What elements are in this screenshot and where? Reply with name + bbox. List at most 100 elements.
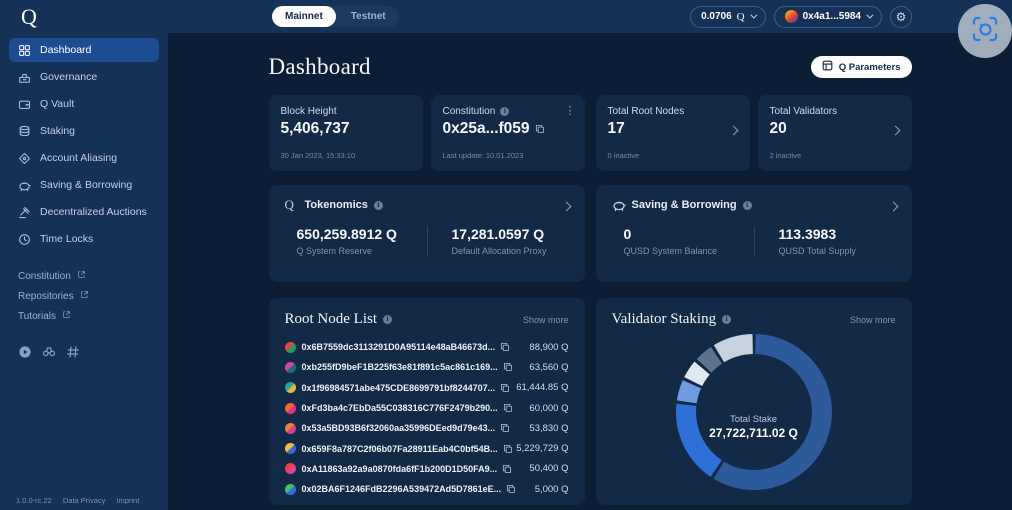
sidebar-item-label: Q Vault bbox=[40, 98, 75, 110]
sidebar-item-label: Saving & Borrowing bbox=[40, 179, 133, 191]
sidebar: Dashboard Governance Q Vault Staking Account… bbox=[0, 33, 168, 510]
root-node-row[interactable]: 0xA11863a92a9a0870fda6fF1b200D1D50FA9...… bbox=[284, 459, 569, 479]
sidebar-item-saving-borrowing[interactable]: Saving & Borrowing bbox=[9, 173, 159, 197]
tag-icon bbox=[18, 152, 31, 165]
topbar: Q Mainnet Testnet 0.0706 Q 0x4a1...5984 … bbox=[0, 0, 1012, 33]
total-validators-card[interactable]: Total Validators 20 2 inactive bbox=[757, 95, 912, 171]
node-amount: 60,000 Q bbox=[529, 402, 569, 414]
info-icon[interactable] bbox=[383, 315, 392, 324]
sidebar-item-account-aliasing[interactable]: Account Aliasing bbox=[9, 146, 159, 170]
node-avatar bbox=[284, 443, 296, 455]
hash-icon[interactable] bbox=[66, 345, 80, 359]
balance-pill[interactable]: 0.0706 Q bbox=[690, 5, 766, 28]
root-node-list-title: Root Node List bbox=[284, 311, 378, 327]
node-address: 0x6B7559dc3113291D0A95114e48aB46673d... bbox=[301, 342, 496, 353]
root-node-row[interactable]: 0xb255fD9beF1B225f63e81f891c5ac861c169..… bbox=[284, 357, 569, 377]
parameters-grid-icon bbox=[822, 60, 833, 74]
screenshot-overlay-button[interactable] bbox=[958, 4, 1012, 58]
node-amount: 88,900 Q bbox=[529, 341, 569, 353]
card-label: Block Height bbox=[280, 106, 337, 117]
show-more-link[interactable]: Show more bbox=[523, 315, 569, 325]
sidebar-nav: Dashboard Governance Q Vault Staking Account… bbox=[9, 38, 159, 251]
root-node-row[interactable]: 0xFd3ba4c7EbDa55C038316C776F2479b290... … bbox=[284, 398, 569, 418]
constitution-card: Constitution 0x25a...f059 Last update: 1… bbox=[430, 95, 585, 171]
clock-icon bbox=[18, 233, 31, 246]
ballot-icon bbox=[18, 71, 31, 84]
sidebar-link-constitution[interactable]: Constitution bbox=[9, 266, 159, 286]
root-node-list-card: Root Node List Show more 0x6B7559dc31132… bbox=[268, 298, 585, 505]
validator-staking-title: Validator Staking bbox=[611, 311, 717, 327]
node-avatar bbox=[284, 382, 296, 394]
q-parameters-button[interactable]: Q Parameters bbox=[810, 56, 912, 78]
settings-button[interactable]: ⚙ bbox=[890, 5, 912, 28]
chevron-down-icon bbox=[749, 11, 758, 19]
saving-borrowing-card: Saving & Borrowing 0 QUSD System Balance… bbox=[595, 185, 912, 282]
info-icon[interactable] bbox=[500, 107, 510, 116]
root-node-row[interactable]: 0x1f96984571abe475CDE8699791bf8244707...… bbox=[284, 378, 569, 398]
sidebar-link-repositories[interactable]: Repositories bbox=[9, 286, 159, 306]
root-node-row[interactable]: 0x6B7559dc3113291D0A95114e48aB46673d... … bbox=[284, 337, 569, 357]
sidebar-item-decentralized-auctions[interactable]: Decentralized Auctions bbox=[9, 200, 159, 224]
sidebar-item-q-vault[interactable]: Q Vault bbox=[9, 92, 159, 116]
medium-icon[interactable] bbox=[18, 345, 32, 359]
app-logo[interactable]: Q bbox=[0, 0, 168, 33]
sidebar-item-staking[interactable]: Staking bbox=[9, 119, 159, 143]
copy-icon[interactable] bbox=[500, 342, 510, 352]
imprint-link[interactable]: Imprint bbox=[116, 496, 139, 505]
copy-icon[interactable] bbox=[535, 124, 545, 134]
network-toggle: Mainnet Testnet bbox=[272, 6, 399, 27]
coins-icon bbox=[18, 125, 31, 138]
copy-icon[interactable] bbox=[506, 484, 516, 494]
copy-icon[interactable] bbox=[500, 383, 510, 393]
root-node-row[interactable]: 0x53a5BD93B6f32060aa35996DEed9d79e43... … bbox=[284, 418, 569, 438]
staking-donut-chart bbox=[675, 334, 832, 490]
validator-staking-card: Validator Staking Show more Total Stake … bbox=[595, 298, 912, 505]
node-avatar bbox=[284, 483, 296, 495]
info-icon[interactable] bbox=[722, 315, 732, 324]
copy-icon[interactable] bbox=[503, 403, 513, 413]
root-node-rows: 0x6B7559dc3113291D0A95114e48aB46673d... … bbox=[284, 337, 569, 499]
gavel-icon bbox=[18, 206, 31, 219]
qusd-total-supply-value: 113.3983 bbox=[778, 226, 837, 242]
node-amount: 63,560 Q bbox=[529, 361, 569, 373]
binoculars-icon[interactable] bbox=[42, 345, 56, 359]
info-icon[interactable] bbox=[742, 200, 752, 210]
node-address: 0xA11863a92a9a0870fda6fF1b200D1D50FA9... bbox=[301, 463, 498, 474]
info-icon[interactable] bbox=[373, 200, 383, 210]
card-label: Constitution bbox=[442, 106, 496, 117]
sidebar-item-dashboard[interactable]: Dashboard bbox=[9, 38, 159, 62]
data-privacy-link[interactable]: Data Privacy bbox=[63, 496, 106, 505]
sidebar-link-label: Repositories bbox=[18, 290, 74, 302]
copy-icon[interactable] bbox=[503, 444, 513, 454]
show-more-link[interactable]: Show more bbox=[850, 315, 896, 325]
sidebar-link-tutorials[interactable]: Tutorials bbox=[9, 306, 159, 326]
tab-mainnet[interactable]: Mainnet bbox=[272, 6, 336, 27]
block-height-timestamp: 30 Jan 2023, 15:33:10 bbox=[280, 151, 356, 160]
external-link-icon bbox=[77, 270, 86, 282]
total-root-nodes-card[interactable]: Total Root Nodes 17 0 inactive bbox=[595, 95, 750, 171]
wallet-pill[interactable]: 0x4a1...5984 bbox=[773, 5, 882, 28]
main-area: Dashboard Q Parameters Block Height 5,40… bbox=[168, 33, 1012, 510]
sidebar-social-icons bbox=[18, 345, 159, 359]
card-label: Total Validators bbox=[769, 106, 838, 117]
root-node-row[interactable]: 0x659F8a787C2f06b07Fa28911Eab4C0bf54B...… bbox=[284, 438, 569, 458]
sidebar-link-label: Constitution bbox=[18, 270, 71, 282]
kebab-menu-icon[interactable] bbox=[565, 104, 576, 117]
sidebar-link-label: Tutorials bbox=[18, 310, 56, 322]
chevron-down-icon bbox=[866, 11, 874, 19]
sidebar-item-time-locks[interactable]: Time Locks bbox=[9, 227, 159, 251]
copy-icon[interactable] bbox=[502, 464, 512, 474]
external-link-icon bbox=[62, 310, 71, 322]
sidebar-item-label: Dashboard bbox=[40, 44, 92, 56]
block-height-value: 5,406,737 bbox=[280, 120, 350, 137]
sidebar-item-governance[interactable]: Governance bbox=[9, 65, 159, 89]
root-nodes-count: 17 bbox=[607, 120, 625, 137]
wallet-icon bbox=[18, 98, 31, 111]
block-height-card: Block Height 5,406,737 30 Jan 2023, 15:3… bbox=[268, 95, 423, 171]
tab-testnet[interactable]: Testnet bbox=[338, 6, 399, 27]
root-node-row[interactable]: 0x02BA6F1246FdB2296A539472Ad5D7861eE... … bbox=[284, 479, 569, 499]
copy-icon[interactable] bbox=[500, 423, 510, 433]
node-amount: 61,444.85 Q bbox=[516, 382, 569, 394]
piggy-bank-icon bbox=[18, 179, 31, 192]
copy-icon[interactable] bbox=[503, 362, 513, 372]
